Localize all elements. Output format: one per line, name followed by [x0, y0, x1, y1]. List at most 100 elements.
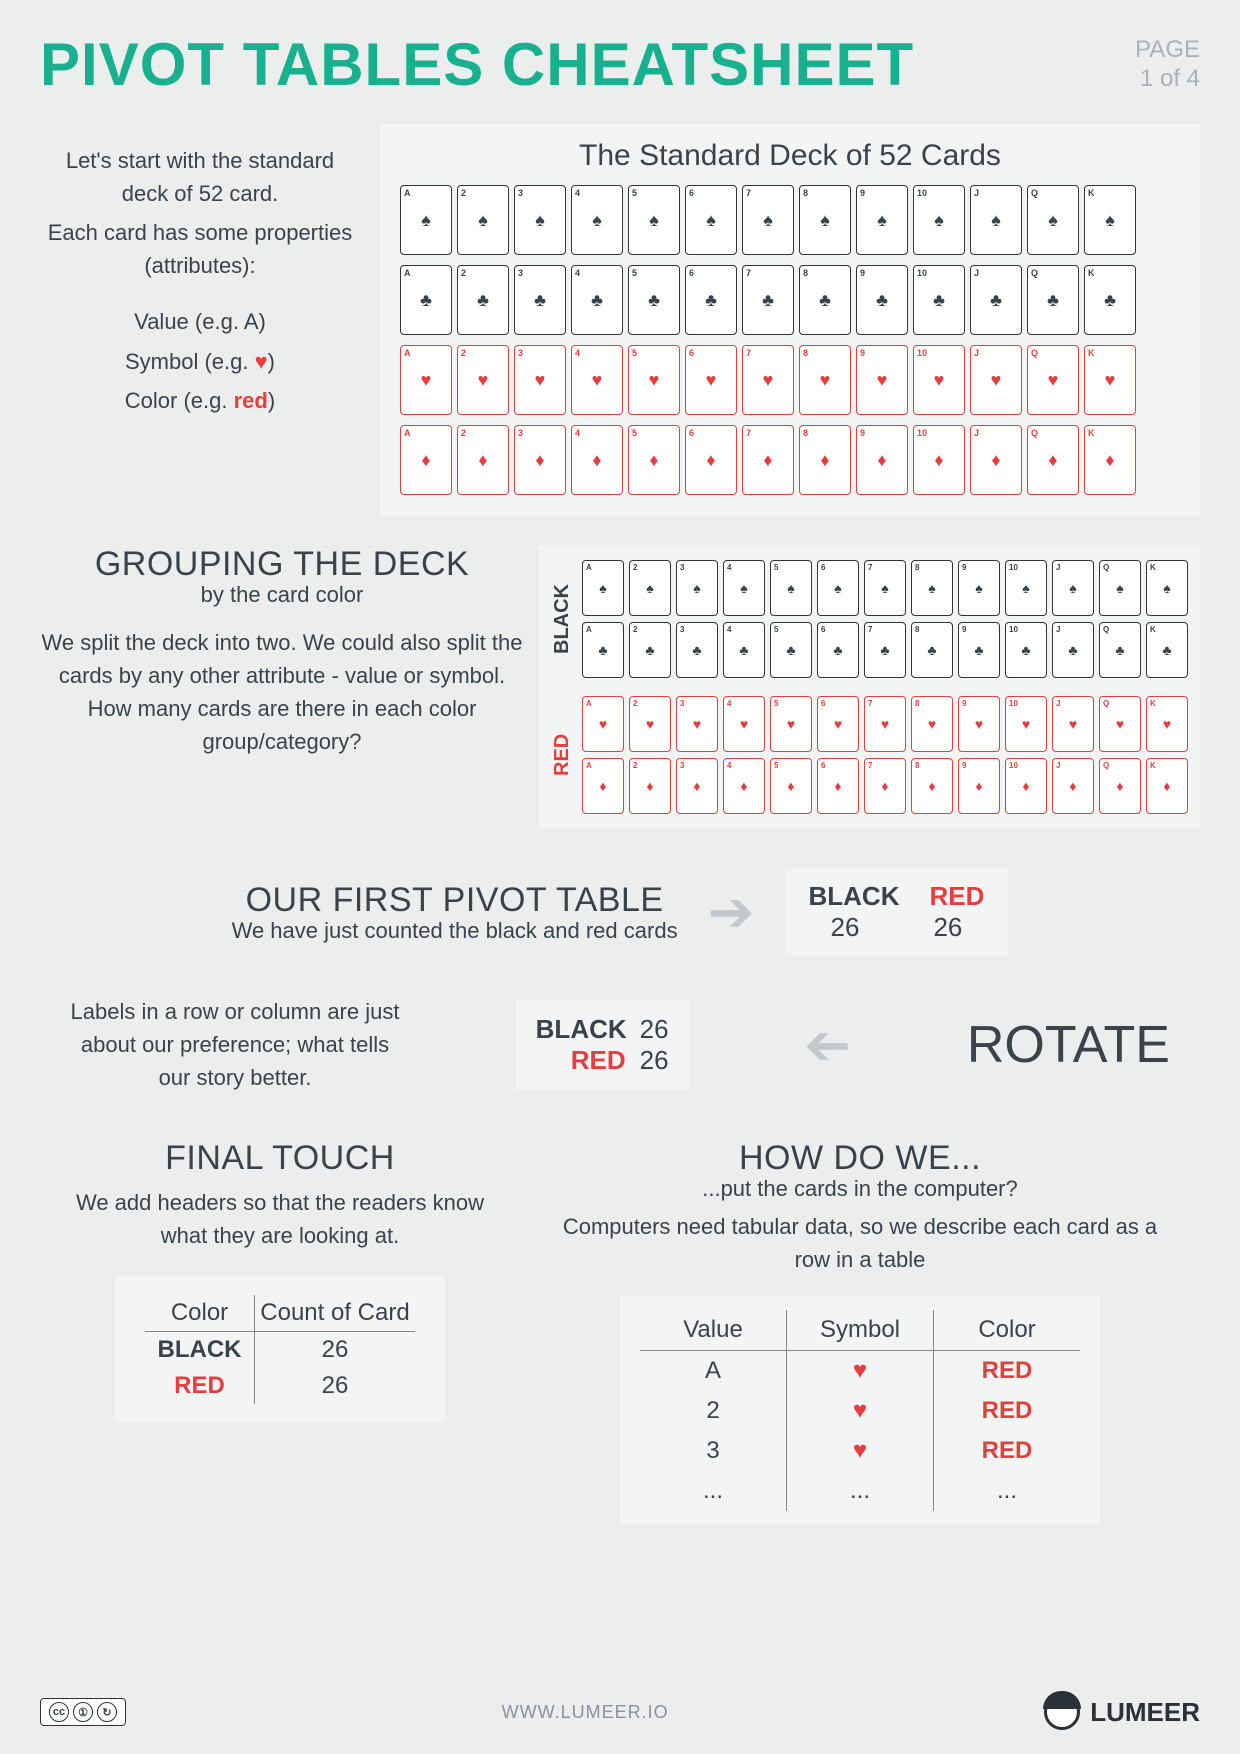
col-red: RED — [930, 881, 985, 912]
howdo-title: HOW DO WE... — [550, 1139, 1170, 1178]
label-red: RED — [551, 696, 574, 814]
arrow-right-icon: ➔ — [708, 879, 755, 945]
playing-card: 4♦ — [571, 425, 623, 495]
playing-card: 5♥ — [770, 696, 812, 752]
playing-card: 4♥ — [571, 345, 623, 415]
grouping-panel: BLACK A♠2♠3♠4♠5♠6♠7♠8♠9♠10♠J♠Q♠K♠A♣2♣3♣4… — [539, 545, 1200, 829]
playing-card: 5♦ — [628, 425, 680, 495]
card-row: A♠2♠3♠4♠5♠6♠7♠8♠9♠10♠J♠Q♠K♠ — [400, 185, 1180, 255]
cell-color: RED — [934, 1431, 1080, 1471]
cc-icon: cc — [49, 1702, 69, 1722]
card-row: A♦2♦3♦4♦5♦6♦7♦8♦9♦10♦J♦Q♦K♦ — [400, 425, 1180, 495]
intro-text: Let's start with the standard deck of 52… — [40, 124, 360, 515]
black-half: BLACK A♠2♠3♠4♠5♠6♠7♠8♠9♠10♠J♠Q♠K♠A♣2♣3♣4… — [551, 560, 1188, 678]
final-row2-val: 26 — [255, 1368, 415, 1404]
playing-card: 10♦ — [1005, 758, 1047, 814]
cell-value: A — [640, 1351, 787, 1391]
dt-hdr-value: Value — [640, 1310, 787, 1350]
playing-card: 8♥ — [799, 345, 851, 415]
playing-card: 6♠ — [817, 560, 859, 616]
attr-color: Color (e.g. red) — [40, 381, 360, 421]
bottom-section: FINAL TOUCH We add headers so that the r… — [40, 1139, 1200, 1525]
playing-card: 7♦ — [742, 425, 794, 495]
playing-card: 4♠ — [571, 185, 623, 255]
playing-card: 3♦ — [514, 425, 566, 495]
playing-card: A♠ — [400, 185, 452, 255]
playing-card: 3♣ — [514, 265, 566, 335]
playing-card: K♠ — [1146, 560, 1188, 616]
playing-card: 4♣ — [723, 622, 765, 678]
col-black: BLACK — [809, 881, 900, 912]
playing-card: 10♣ — [1005, 622, 1047, 678]
cell-symbol: ♥ — [787, 1391, 934, 1431]
page-label: PAGE — [1135, 36, 1200, 65]
pivot-vertical: BLACK26 RED26 — [516, 1000, 689, 1090]
pivot-horizontal: BLACK RED 26 26 — [785, 869, 1009, 955]
playing-card: 3♥ — [676, 696, 718, 752]
playing-card: 2♠ — [629, 560, 671, 616]
playing-card: 3♠ — [676, 560, 718, 616]
playing-card: 4♠ — [723, 560, 765, 616]
playing-card: 7♣ — [742, 265, 794, 335]
playing-card: 6♦ — [817, 758, 859, 814]
playing-card: Q♥ — [1099, 696, 1141, 752]
intro-line-2: Each card has some properties (attribute… — [40, 216, 360, 282]
val-red: 26 — [933, 912, 962, 943]
cell-color: RED — [934, 1391, 1080, 1431]
playing-card: 7♣ — [864, 622, 906, 678]
playing-card: 9♣ — [856, 265, 908, 335]
footer-site: WWW.LUMEER.IO — [502, 1702, 669, 1723]
playing-card: J♠ — [1052, 560, 1094, 616]
playing-card: 2♣ — [457, 265, 509, 335]
playing-card: J♦ — [1052, 758, 1094, 814]
playing-card: J♣ — [970, 265, 1022, 335]
final-row1-label: BLACK — [145, 1332, 255, 1368]
sa-icon: ↻ — [97, 1702, 117, 1722]
black-rows: A♠2♠3♠4♠5♠6♠7♠8♠9♠10♠J♠Q♠K♠A♣2♣3♣4♣5♣6♣7… — [582, 560, 1188, 678]
playing-card: 4♣ — [571, 265, 623, 335]
card-row: A♥2♥3♥4♥5♥6♥7♥8♥9♥10♥J♥Q♥K♥ — [582, 696, 1188, 752]
playing-card: 9♦ — [958, 758, 1000, 814]
playing-card: 8♠ — [911, 560, 953, 616]
cell-value: 3 — [640, 1431, 787, 1471]
playing-card: 2♥ — [457, 345, 509, 415]
playing-card: K♦ — [1146, 758, 1188, 814]
playing-card: K♣ — [1084, 265, 1136, 335]
playing-card: Q♥ — [1027, 345, 1079, 415]
page-number: 1 of 4 — [1135, 65, 1200, 94]
attr-value: Value (e.g. A) — [40, 302, 360, 342]
rotate-section: Labels in a row or column are just about… — [40, 995, 1200, 1094]
playing-card: 9♠ — [958, 560, 1000, 616]
arrow-left-icon: ➔ — [804, 1012, 851, 1078]
card-grid-full: A♠2♠3♠4♠5♠6♠7♠8♠9♠10♠J♠Q♠K♠A♣2♣3♣4♣5♣6♣7… — [400, 185, 1180, 495]
playing-card: J♥ — [970, 345, 1022, 415]
playing-card: A♥ — [400, 345, 452, 415]
playing-card: 3♣ — [676, 622, 718, 678]
playing-card: 5♠ — [770, 560, 812, 616]
playing-card: 8♥ — [911, 696, 953, 752]
first-pivot-text: OUR FIRST PIVOT TABLE We have just count… — [232, 881, 678, 944]
deck-title: The Standard Deck of 52 Cards — [400, 139, 1180, 173]
playing-card: 2♣ — [629, 622, 671, 678]
first-pivot-section: OUR FIRST PIVOT TABLE We have just count… — [40, 869, 1200, 955]
howdo-column: HOW DO WE... ...put the cards in the com… — [550, 1139, 1170, 1525]
playing-card: 9♦ — [856, 425, 908, 495]
playing-card: 5♣ — [628, 265, 680, 335]
playing-card: Q♦ — [1099, 758, 1141, 814]
group-halves: BLACK A♠2♠3♠4♠5♠6♠7♠8♠9♠10♠J♠Q♠K♠A♣2♣3♣4… — [551, 560, 1188, 814]
rotate-label: ROTATE — [967, 1015, 1170, 1075]
heart-icon: ♥ — [255, 349, 268, 374]
playing-card: 6♠ — [685, 185, 737, 255]
playing-card: 10♠ — [1005, 560, 1047, 616]
final-title: FINAL TOUCH — [70, 1139, 490, 1178]
playing-card: 8♣ — [799, 265, 851, 335]
red-rows: A♥2♥3♥4♥5♥6♥7♥8♥9♥10♥J♥Q♥K♥A♦2♦3♦4♦5♦6♦7… — [582, 696, 1188, 814]
playing-card: 6♣ — [817, 622, 859, 678]
playing-card: 8♠ — [799, 185, 851, 255]
playing-card: 9♥ — [856, 345, 908, 415]
playing-card: A♠ — [582, 560, 624, 616]
row-black-val: 26 — [640, 1014, 669, 1045]
final-touch-column: FINAL TOUCH We add headers so that the r… — [70, 1139, 490, 1525]
playing-card: 10♠ — [913, 185, 965, 255]
final-table: Color Count of Card BLACK 26 RED 26 — [115, 1277, 445, 1422]
